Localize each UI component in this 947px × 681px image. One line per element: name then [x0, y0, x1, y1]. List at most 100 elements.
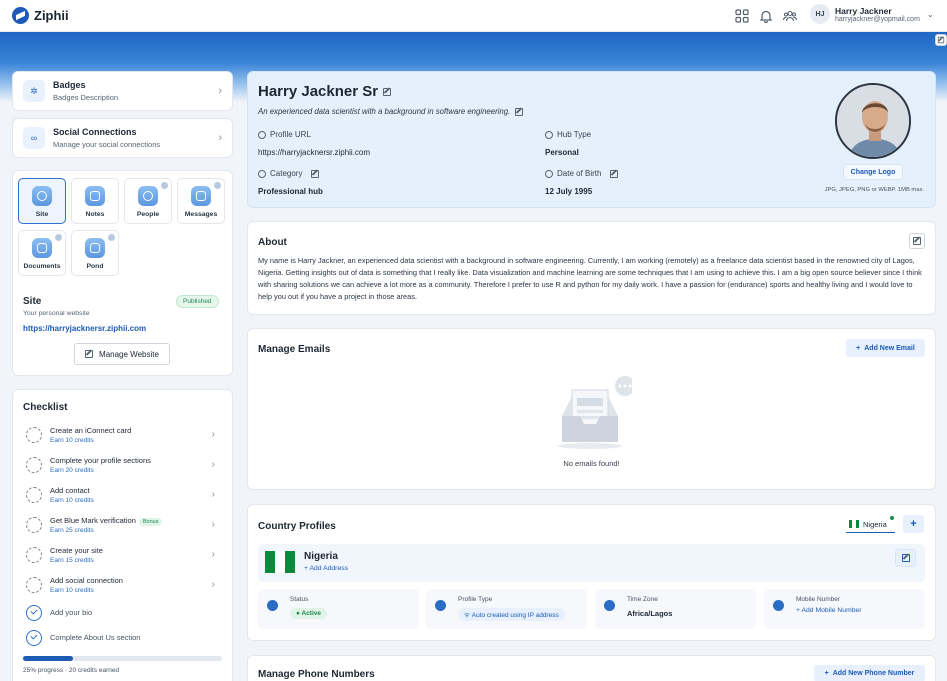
- edit-category-icon[interactable]: [311, 169, 320, 178]
- tab-nigeria[interactable]: Nigeria: [846, 516, 895, 533]
- apps-grid-icon[interactable]: [735, 9, 749, 23]
- pending-circle-icon: [26, 547, 42, 563]
- globe-icon: [258, 130, 266, 139]
- clock-icon: [604, 600, 615, 611]
- edit-banner-button[interactable]: [935, 34, 947, 46]
- pending-circle-icon: [26, 487, 42, 503]
- country-header-row: [258, 544, 925, 582]
- tile-site[interactable]: Site: [18, 178, 66, 224]
- nigeria-flag-icon: [849, 520, 859, 528]
- chevron-right-icon: ›: [211, 489, 215, 500]
- badges-subtitle: Badges Description: [53, 93, 119, 102]
- edit-about-button[interactable]: [909, 233, 925, 249]
- mobile-box: Mobile Number + Add Mobile Number: [764, 589, 925, 629]
- bonus-badge: Bonus: [138, 518, 163, 526]
- active-dot: [890, 516, 894, 520]
- globe-icon: [435, 600, 446, 611]
- people-group-icon[interactable]: [783, 9, 797, 23]
- chevron-right-icon: ›: [211, 429, 215, 440]
- document-icon: [32, 238, 52, 258]
- chevron-right-icon: ›: [211, 459, 215, 470]
- checklist-progress-fill: [23, 656, 73, 661]
- plus-icon: +: [824, 670, 829, 677]
- chevron-down-icon: ⌄: [926, 9, 934, 19]
- checklist-progress-track: [23, 656, 222, 661]
- empty-inbox-icon: [558, 376, 632, 449]
- tile-notes[interactable]: Notes: [71, 178, 119, 224]
- manage-website-button[interactable]: Manage Website: [74, 343, 170, 365]
- checklist-item-done: Add your bio: [26, 601, 221, 627]
- pending-circle-icon: [26, 427, 42, 443]
- social-connections-card[interactable]: ∞ Social Connections Manage your social …: [12, 118, 233, 158]
- checklist-title: Checklist: [23, 402, 68, 413]
- user-name: Harry Jackner: [835, 5, 892, 16]
- country-profiles-title: Country Profiles: [258, 521, 336, 532]
- check-circle-icon: [26, 630, 42, 646]
- checklist-progress-text: 25% progress · 20 credits earned: [23, 667, 120, 674]
- profile-photo[interactable]: [835, 83, 911, 159]
- add-country-button[interactable]: +: [903, 515, 924, 533]
- pending-circle-icon: [26, 457, 42, 473]
- notification-bell-icon[interactable]: [759, 9, 773, 23]
- link-icon: ∞: [23, 127, 45, 149]
- add-phone-button[interactable]: + Add New Phone Number: [814, 665, 925, 681]
- site-url-link[interactable]: https://harryjacknersr.ziphii.com: [23, 324, 146, 333]
- checklist-item[interactable]: Complete your profile sections Earn 20 c…: [26, 453, 221, 479]
- user-menu[interactable]: HJ Harry Jackner harryjackner@yopmail.co…: [810, 4, 934, 24]
- profile-type-box: Profile Type ᯤ Auto created using IP add…: [426, 589, 587, 629]
- dob: 12 July 1995: [545, 187, 593, 196]
- profile-tagline: An experienced data scientist with a bac…: [258, 107, 524, 116]
- edit-name-icon[interactable]: [383, 88, 392, 97]
- app-logo[interactable]: Ziphii: [12, 7, 69, 24]
- user-email: harryjackner@yopmail.com: [835, 15, 920, 23]
- status-box: Status ● Active: [258, 589, 419, 629]
- lock-icon: [161, 182, 168, 189]
- profile-url[interactable]: https://harryjacknersr.ziphii.com: [258, 148, 370, 157]
- site-title: Site: [23, 296, 42, 307]
- badges-card[interactable]: ✲ Badges Badges Description ›: [12, 71, 233, 111]
- hub-type: Personal: [545, 148, 579, 157]
- tile-people[interactable]: People: [124, 178, 172, 224]
- message-icon: [191, 186, 211, 206]
- edit-dob-icon[interactable]: [610, 169, 619, 178]
- globe-icon: [32, 186, 52, 206]
- add-address-link[interactable]: + Add Address: [304, 565, 348, 572]
- pending-circle-icon: [26, 577, 42, 593]
- checklist-item[interactable]: Add contact Earn 10 credits ›: [26, 483, 221, 509]
- nigeria-flag: [265, 551, 295, 573]
- checklist-item[interactable]: Get Blue Mark verification Bonus Earn 25 …: [26, 513, 221, 539]
- profile-name: Harry Jackner Sr: [258, 83, 392, 100]
- checklist-item[interactable]: Create your site Earn 15 credits ›: [26, 543, 221, 569]
- add-email-button[interactable]: + Add New Email: [846, 339, 925, 357]
- add-mobile-link[interactable]: + Add Mobile Number: [796, 607, 862, 614]
- info-icon: [545, 130, 553, 139]
- phone-icon: [773, 600, 784, 611]
- emails-title: Manage Emails: [258, 344, 331, 355]
- hub-type-label: Hub Type: [545, 130, 591, 139]
- dob-label: Date of Birth: [545, 169, 619, 178]
- tile-documents[interactable]: Documents: [18, 230, 66, 276]
- change-logo-button[interactable]: Change Logo: [843, 164, 903, 180]
- plus-icon: +: [856, 344, 861, 352]
- pending-circle-icon: [26, 517, 42, 533]
- profile-url-label: Profile URL: [258, 130, 311, 139]
- app-name: Ziphii: [34, 8, 69, 23]
- ziphii-logo-icon: [12, 7, 29, 24]
- tile-messages[interactable]: Messages: [177, 178, 225, 224]
- notes-icon: [85, 186, 105, 206]
- chevron-right-icon: ›: [211, 579, 215, 590]
- chevron-right-icon: ›: [218, 85, 222, 97]
- lock-icon: [108, 234, 115, 241]
- category-label: Category: [258, 169, 320, 178]
- lock-icon: [214, 182, 221, 189]
- tile-pond[interactable]: Pond: [71, 230, 119, 276]
- category-icon: [258, 169, 266, 178]
- edit-tagline-icon[interactable]: [515, 107, 524, 116]
- about-text: My name is Harry Jackner, an experienced…: [258, 256, 922, 301]
- chevron-right-icon: ›: [211, 549, 215, 560]
- checklist-item[interactable]: Create an iConnect card Earn 10 credits …: [26, 423, 221, 449]
- status-active-badge: ● Active: [290, 608, 328, 619]
- checklist-item[interactable]: Add social connection Earn 10 credits ›: [26, 573, 221, 599]
- edit-country-button[interactable]: [895, 549, 916, 567]
- phones-title: Manage Phone Numbers: [258, 669, 375, 680]
